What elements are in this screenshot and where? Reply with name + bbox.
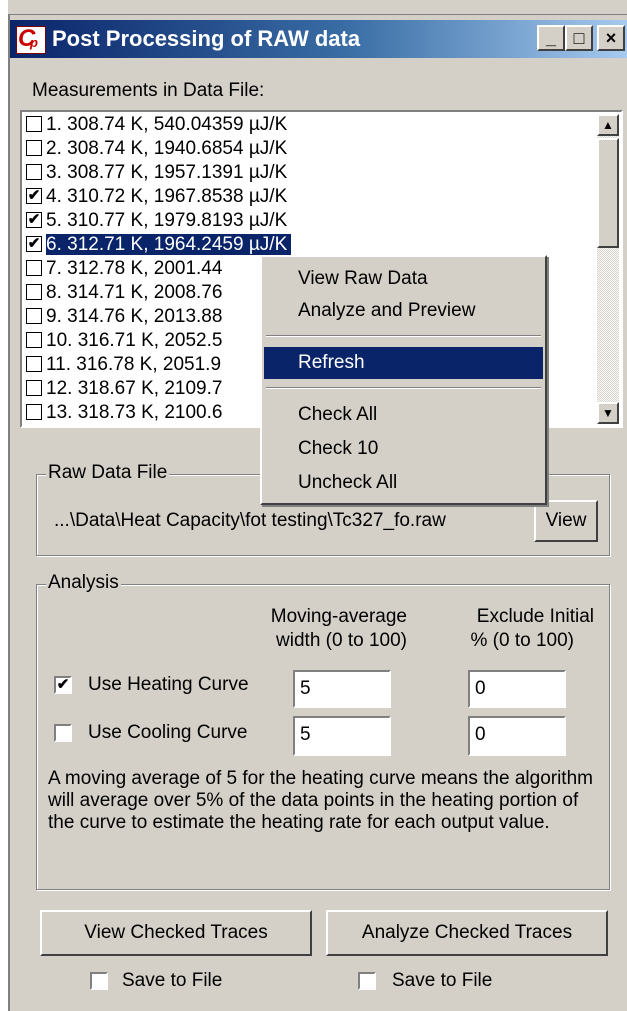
menu-analyze-preview[interactable]: Analyze and Preview xyxy=(264,295,543,327)
heating-exclude-input[interactable]: 0 xyxy=(468,670,566,708)
use-heating-checkbox[interactable]: ✔ xyxy=(54,676,72,694)
list-item-checkbox[interactable] xyxy=(26,356,42,372)
menu-check-all[interactable]: Check All xyxy=(264,399,543,431)
list-item-label: 3. 308.77 K, 1957.1391 µJ/K xyxy=(46,162,288,183)
list-item-checkbox[interactable] xyxy=(26,308,42,324)
list-scrollbar[interactable]: ▲ ▼ xyxy=(597,114,619,424)
list-item-label: 8. 314.71 K, 2008.76 xyxy=(46,282,223,303)
cooling-exclude-input[interactable]: 0 xyxy=(468,716,566,756)
list-item-label: 2. 308.74 K, 1940.6854 µJ/K xyxy=(46,138,288,159)
scroll-thumb[interactable] xyxy=(597,138,619,248)
menu-check-10[interactable]: Check 10 xyxy=(264,433,543,465)
menu-view-raw-data[interactable]: View Raw Data xyxy=(264,263,543,295)
view-checked-traces-button[interactable]: View Checked Traces xyxy=(40,910,312,956)
exclude-initial-header-line2: % (0 to 100) xyxy=(470,630,575,651)
list-item-checkbox[interactable]: ✔ xyxy=(26,212,42,228)
save-analyze-label: Save to File xyxy=(392,970,493,991)
save-analyze-checkbox[interactable] xyxy=(358,972,376,990)
list-item-checkbox[interactable] xyxy=(26,260,42,276)
window-title: Post Processing of RAW data xyxy=(52,26,361,51)
scroll-up-button[interactable]: ▲ xyxy=(597,114,619,136)
heating-width-input[interactable]: 5 xyxy=(293,670,391,708)
menu-uncheck-all[interactable]: Uncheck All xyxy=(264,467,543,499)
save-view-checkbox[interactable] xyxy=(90,972,108,990)
list-item-checkbox[interactable]: ✔ xyxy=(26,188,42,204)
list-item[interactable]: 3. 308.77 K, 1957.1391 µJ/K xyxy=(24,162,598,183)
maximize-button[interactable]: □ xyxy=(565,25,593,51)
use-cooling-label: Use Cooling Curve xyxy=(88,722,248,743)
list-item-label: 1. 308.74 K, 540.04359 µJ/K xyxy=(46,114,288,135)
list-item-label: 12. 318.67 K, 2109.7 xyxy=(46,378,223,399)
raw-data-file-path: ...\Data\Heat Capacity\fot testing\Tc327… xyxy=(54,510,446,531)
list-item-label: 7. 312.78 K, 2001.44 xyxy=(46,258,223,279)
parent-window-strip xyxy=(8,0,627,15)
close-button[interactable]: × xyxy=(597,25,625,51)
list-item-label: 11. 316.78 K, 2051.9 xyxy=(46,354,222,375)
minimize-button[interactable]: _ xyxy=(537,25,565,51)
list-item-checkbox[interactable] xyxy=(26,116,42,132)
analysis-label: Analysis xyxy=(46,572,121,594)
list-item[interactable]: ✔ 4. 310.72 K, 1967.8538 µJ/K xyxy=(24,186,598,207)
moving-average-header-line1: Moving-average xyxy=(270,606,407,627)
menu-refresh[interactable]: Refresh xyxy=(264,347,543,379)
list-item-label: 13. 318.73 K, 2100.6 xyxy=(46,402,223,423)
list-item-label: 5. 310.77 K, 1979.8193 µJ/K xyxy=(46,210,288,231)
list-item-label: 10. 316.71 K, 2052.5 xyxy=(46,330,223,351)
cooling-width-input[interactable]: 5 xyxy=(293,716,391,756)
minimize-icon: _ xyxy=(545,28,556,48)
cp-logo-icon: C p xyxy=(16,25,46,54)
context-menu: View Raw Data Analyze and Preview Refres… xyxy=(260,255,547,505)
checkmark-icon: ✔ xyxy=(56,676,70,693)
list-item-checkbox[interactable]: ✔ xyxy=(26,236,42,252)
menu-separator xyxy=(266,387,541,389)
analyze-checked-traces-button[interactable]: Analyze Checked Traces xyxy=(326,910,608,956)
measurements-label: Measurements in Data File: xyxy=(32,80,265,101)
list-item-checkbox[interactable] xyxy=(26,404,42,420)
maximize-icon: □ xyxy=(573,28,585,48)
list-item[interactable]: ✔ 5. 310.77 K, 1979.8193 µJ/K xyxy=(24,210,598,231)
arrow-up-icon: ▲ xyxy=(602,118,614,132)
title-bar[interactable]: C p Post Processing of RAW data _ □ × xyxy=(10,20,627,58)
use-cooling-checkbox[interactable] xyxy=(54,724,72,742)
view-file-button[interactable]: View xyxy=(534,500,598,542)
list-item-label: 9. 314.76 K, 2013.88 xyxy=(46,306,223,327)
scroll-down-button[interactable]: ▼ xyxy=(597,402,619,424)
close-icon: × xyxy=(605,28,617,48)
list-item-checkbox[interactable] xyxy=(26,164,42,180)
list-item-checkbox[interactable] xyxy=(26,380,42,396)
list-item[interactable]: ✔ 6. 312.71 K, 1964.2459 µJ/K xyxy=(24,233,598,256)
moving-average-header-line2: width (0 to 100) xyxy=(276,630,407,651)
list-item-label: 4. 310.72 K, 1967.8538 µJ/K xyxy=(46,186,288,207)
raw-data-file-label: Raw Data File xyxy=(46,462,170,484)
menu-separator xyxy=(266,335,541,337)
list-item-checkbox[interactable] xyxy=(26,284,42,300)
use-heating-label: Use Heating Curve xyxy=(88,674,249,695)
list-item[interactable]: 2. 308.74 K, 1940.6854 µJ/K xyxy=(24,138,598,159)
save-view-label: Save to File xyxy=(122,970,223,991)
list-item-checkbox[interactable] xyxy=(26,140,42,156)
list-item[interactable]: 1. 308.74 K, 540.04359 µJ/K xyxy=(24,114,598,135)
exclude-initial-header-line1: Exclude Initial xyxy=(476,606,594,627)
list-item-checkbox[interactable] xyxy=(26,332,42,348)
list-item-label: 6. 312.71 K, 1964.2459 µJ/K xyxy=(44,233,293,256)
arrow-down-icon: ▼ xyxy=(602,406,614,420)
analysis-description: A moving average of 5 for the heating cu… xyxy=(48,768,593,833)
